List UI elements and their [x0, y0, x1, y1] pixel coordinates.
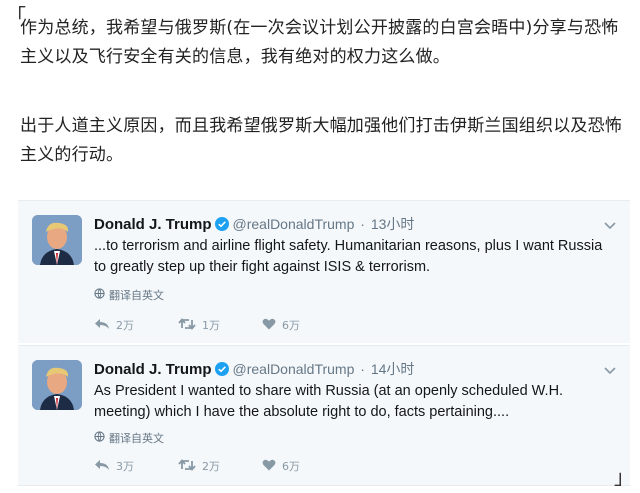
- chevron-down-icon[interactable]: [604, 215, 616, 234]
- retweet-icon: [178, 458, 196, 474]
- translate-link[interactable]: 翻译自英文: [94, 430, 164, 446]
- tweet-text: As President I wanted to share with Russ…: [94, 383, 564, 420]
- tweet-timestamp[interactable]: 13小时: [371, 216, 415, 232]
- like-button[interactable]: 6万: [262, 317, 346, 333]
- translate-label: 翻译自英文: [109, 289, 164, 302]
- chevron-down-icon[interactable]: [604, 360, 616, 379]
- translate-link[interactable]: 翻译自英文: [94, 287, 164, 303]
- tweet-actions: 2万 1万 6万: [94, 317, 346, 333]
- author-handle[interactable]: @realDonaldTrump: [233, 361, 355, 377]
- translate-label: 翻译自英文: [109, 432, 164, 445]
- tweet-text: ...to terrorism and airline flight safet…: [94, 238, 603, 275]
- like-count: 6万: [282, 319, 300, 332]
- reply-icon: [94, 459, 110, 474]
- reply-count: 2万: [116, 319, 134, 332]
- avatar[interactable]: [32, 360, 82, 410]
- like-count: 6万: [282, 460, 300, 473]
- tweet-header: Donald J. Trump @realDonaldTrump · 14小时: [94, 359, 414, 379]
- retweet-icon: [178, 317, 196, 333]
- reply-count: 3万: [116, 460, 134, 473]
- article-paragraph-2: 出于人道主义原因，而且我希望俄罗斯大幅加强他们打击伊斯兰国组织以及恐怖主义的行动…: [20, 116, 622, 165]
- author-name[interactable]: Donald J. Trump: [94, 361, 212, 378]
- avatar[interactable]: [32, 215, 82, 265]
- quote-close-mark: 」: [614, 465, 634, 489]
- tweet-card[interactable]: Donald J. Trump @realDonaldTrump · 13小时 .…: [18, 200, 630, 343]
- retweet-count: 2万: [202, 460, 220, 473]
- article-paragraph-1: 作为总统，我希望与俄罗斯(在一次会议计划公开披露的白宫会晤中)分享与恐怖主义以及…: [20, 18, 619, 67]
- embedded-tweets: Donald J. Trump @realDonaldTrump · 13小时 .…: [18, 200, 630, 486]
- like-icon: [262, 318, 276, 333]
- verified-badge-icon: [214, 217, 229, 234]
- retweet-count: 1万: [202, 319, 220, 332]
- verified-badge-icon: [214, 362, 229, 379]
- retweet-button[interactable]: 1万: [178, 317, 262, 333]
- author-handle[interactable]: @realDonaldTrump: [233, 216, 355, 232]
- globe-icon: [94, 431, 105, 445]
- separator-dot: ·: [360, 216, 365, 232]
- tweet-card[interactable]: Donald J. Trump @realDonaldTrump · 14小时 A…: [18, 345, 630, 486]
- author-name[interactable]: Donald J. Trump: [94, 216, 212, 233]
- reply-icon: [94, 318, 110, 333]
- globe-icon: [94, 288, 105, 302]
- reply-button[interactable]: 3万: [94, 458, 178, 474]
- like-icon: [262, 459, 276, 474]
- like-button[interactable]: 6万: [262, 458, 346, 474]
- tweet-header: Donald J. Trump @realDonaldTrump · 13小时: [94, 214, 414, 234]
- tweet-actions: 3万 2万 6万: [94, 458, 346, 474]
- separator-dot: ·: [360, 361, 365, 377]
- reply-button[interactable]: 2万: [94, 317, 178, 333]
- retweet-button[interactable]: 2万: [178, 458, 262, 474]
- tweet-timestamp[interactable]: 14小时: [371, 361, 415, 377]
